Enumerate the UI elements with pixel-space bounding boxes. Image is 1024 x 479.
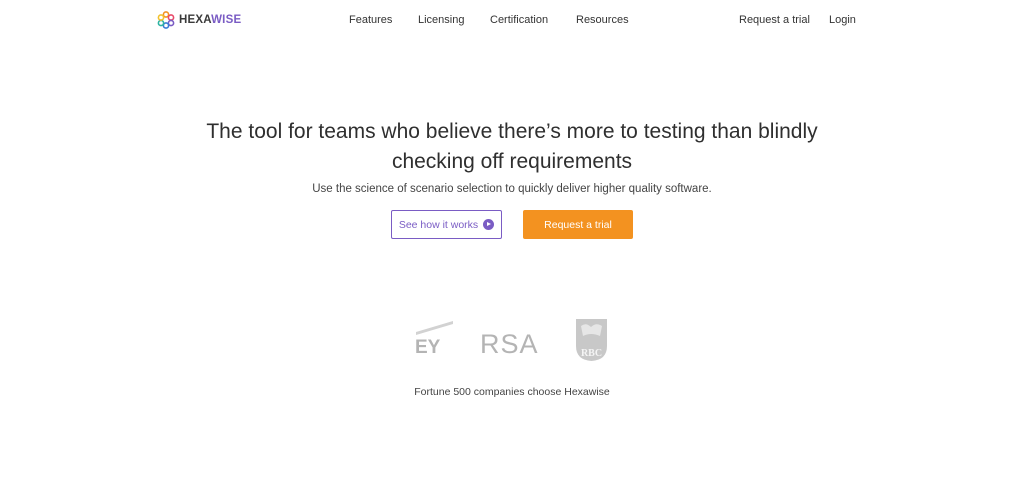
rsa-logo-text: RSA bbox=[480, 329, 539, 357]
request-trial-button[interactable]: Request a trial bbox=[523, 210, 633, 239]
site-header: HEXAWISE Features Licensing Certificatio… bbox=[0, 0, 1024, 40]
nav-link-login[interactable]: Login bbox=[829, 13, 856, 27]
nav-link-certification[interactable]: Certification bbox=[490, 13, 548, 27]
rbc-logo: RBC bbox=[576, 319, 607, 361]
request-trial-label: Request a trial bbox=[544, 218, 612, 231]
hero-title: The tool for teams who believe there’s m… bbox=[206, 120, 818, 173]
client-logos: EY RSA RBC bbox=[0, 318, 1024, 364]
see-how-it-works-button[interactable]: See how it works bbox=[391, 210, 502, 239]
nav-link-licensing[interactable]: Licensing bbox=[418, 13, 464, 27]
ey-logo: EY bbox=[415, 321, 453, 354]
nav-link-resources[interactable]: Resources bbox=[576, 13, 629, 27]
see-how-it-works-label: See how it works bbox=[398, 218, 479, 231]
play-circle-icon bbox=[483, 219, 495, 230]
hero-subtitle: Use the science of scenario selection to… bbox=[312, 183, 712, 195]
clients-caption: Fortune 500 companies choose Hexawise bbox=[414, 386, 610, 398]
nav-link-features[interactable]: Features bbox=[349, 13, 392, 27]
rbc-logo-text: RBC bbox=[581, 348, 602, 359]
nav-link-request-trial[interactable]: Request a trial bbox=[739, 13, 810, 27]
main-nav: Features Licensing Certification Resourc… bbox=[0, 13, 1024, 27]
ey-logo-text: EY bbox=[415, 337, 441, 354]
rsa-logo: RSA bbox=[480, 329, 539, 357]
